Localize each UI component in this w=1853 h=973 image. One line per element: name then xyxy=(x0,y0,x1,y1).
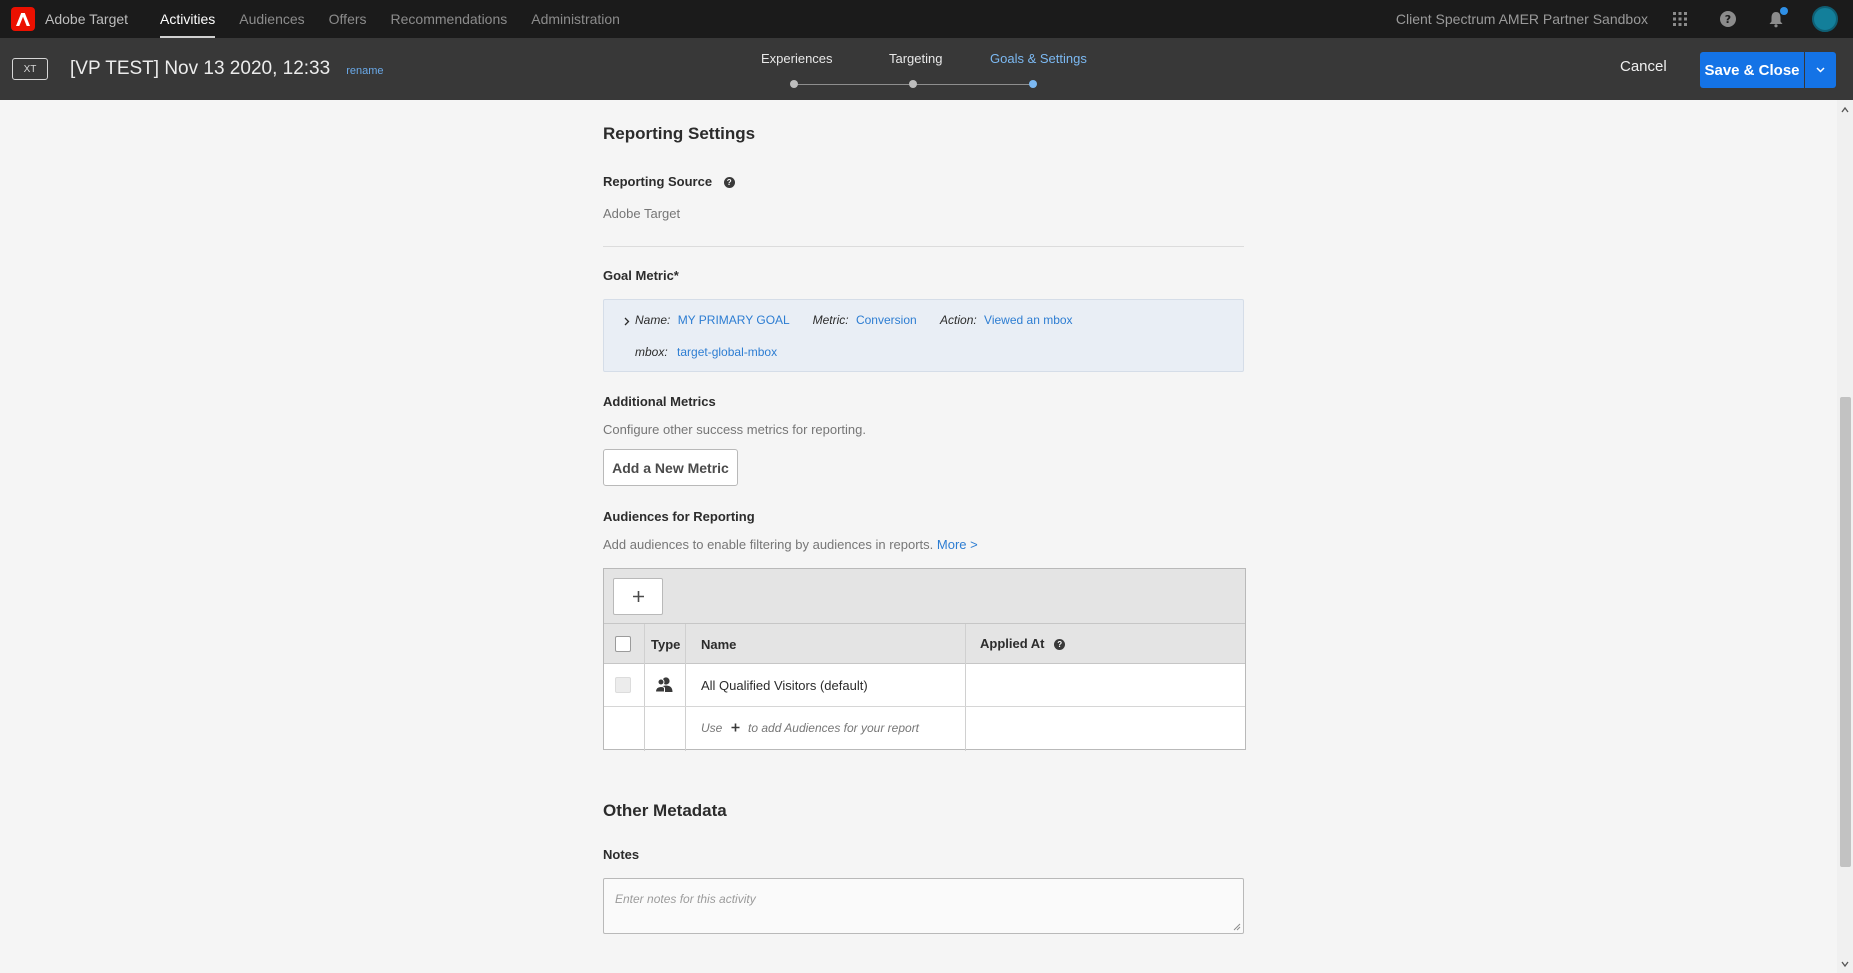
column-applied-at-text: Applied At xyxy=(980,636,1045,651)
goal-metric-value: Conversion xyxy=(855,313,917,327)
adobe-logo-icon[interactable] xyxy=(11,7,35,31)
goal-mbox-key: mbox: xyxy=(635,345,668,359)
page-scrollbar[interactable] xyxy=(1837,100,1853,973)
applied-at-help-icon[interactable]: ? xyxy=(1054,639,1066,651)
add-audience-hint: Use to add Audiences for your report xyxy=(701,721,919,735)
svg-text:?: ? xyxy=(1725,13,1731,26)
section-divider xyxy=(603,246,1244,247)
workflow-steps: Experiences Targeting Goals & Settings xyxy=(760,38,1087,100)
reporting-source-label: Reporting Source ? xyxy=(603,174,735,189)
activity-type-badge: XT xyxy=(12,58,48,80)
users-icon xyxy=(655,677,673,693)
save-close-button[interactable]: Save & Close xyxy=(1700,52,1804,88)
reporting-source-label-text: Reporting Source xyxy=(603,174,713,189)
nav-offers[interactable]: Offers xyxy=(317,0,379,38)
reporting-source-value: Adobe Target xyxy=(603,206,681,221)
goal-name-value: MY PRIMARY GOAL xyxy=(677,313,790,327)
scroll-down-arrow-icon[interactable] xyxy=(1841,960,1849,968)
add-new-metric-button[interactable]: Add a New Metric xyxy=(603,449,738,486)
other-metadata-title: Other Metadata xyxy=(603,801,727,820)
audiences-more-link[interactable]: More > xyxy=(937,537,978,552)
notification-dot xyxy=(1780,7,1788,15)
hint-suffix: to add Audiences for your report xyxy=(748,721,920,735)
nav-administration[interactable]: Administration xyxy=(519,0,632,38)
goal-action-value: Viewed an mbox xyxy=(984,313,1073,327)
notes-label: Notes xyxy=(603,847,640,862)
audiences-reporting-description: Add audiences to enable filtering by aud… xyxy=(603,537,978,552)
top-navigation-bar: Adobe Target Activities Audiences Offers… xyxy=(0,0,1853,38)
activity-header: XT [VP TEST] Nov 13 2020, 12:33 rename E… xyxy=(0,38,1853,100)
audiences-reporting-label: Audiences for Reporting xyxy=(603,509,755,524)
step-experiences[interactable]: Experiences xyxy=(761,51,833,66)
audience-name: All Qualified Visitors (default) xyxy=(701,678,868,693)
reporting-source-help-icon[interactable]: ? xyxy=(723,177,735,189)
goal-summary-row: Name: MY PRIMARY GOAL Metric: Conversion… xyxy=(635,313,1073,327)
nav-activities[interactable]: Activities xyxy=(148,0,227,38)
scroll-up-arrow-icon[interactable] xyxy=(1841,106,1849,114)
add-audience-button[interactable] xyxy=(613,578,663,615)
step-dot-goals-settings xyxy=(1029,80,1037,88)
goal-mbox-value: target-global-mbox xyxy=(677,345,778,359)
resize-handle-icon[interactable] xyxy=(1233,923,1241,931)
cancel-button[interactable]: Cancel xyxy=(1620,58,1667,75)
notes-placeholder: Enter notes for this activity xyxy=(615,892,756,906)
step-dot-experiences xyxy=(790,80,798,88)
plus-icon xyxy=(731,723,740,732)
scrollbar-thumb[interactable] xyxy=(1840,397,1851,867)
save-options-dropdown[interactable] xyxy=(1805,52,1836,88)
audiences-table-header: Type Name Applied At ? xyxy=(604,624,1245,664)
notifications-bell-icon[interactable] xyxy=(1764,7,1788,31)
audiences-description-text: Add audiences to enable filtering by aud… xyxy=(603,537,934,552)
sandbox-name[interactable]: Client Spectrum AMER Partner Sandbox xyxy=(1396,11,1648,27)
app-grid-icon[interactable] xyxy=(1668,7,1692,31)
help-icon[interactable]: ? xyxy=(1716,7,1740,31)
row-divider xyxy=(604,706,1245,707)
step-dot-targeting xyxy=(909,80,917,88)
goals-settings-content: Reporting Settings Reporting Source ? Ad… xyxy=(0,100,1837,973)
column-divider xyxy=(644,624,645,751)
goal-mbox-row: mbox: target-global-mbox xyxy=(635,345,777,359)
select-all-checkbox[interactable] xyxy=(615,636,631,652)
column-divider xyxy=(685,624,686,751)
additional-metrics-label: Additional Metrics xyxy=(603,394,716,409)
additional-metrics-description: Configure other success metrics for repo… xyxy=(603,422,866,437)
rename-link[interactable]: rename xyxy=(346,65,383,77)
step-targeting[interactable]: Targeting xyxy=(889,51,942,66)
audiences-table: Type Name Applied At ? All Qualified Vis… xyxy=(603,568,1246,751)
chevron-right-icon[interactable] xyxy=(624,317,630,326)
column-type[interactable]: Type xyxy=(651,637,680,652)
goal-action-key: Action: xyxy=(940,313,977,327)
audiences-toolbar xyxy=(604,569,1245,624)
hint-prefix: Use xyxy=(701,721,723,735)
step-goals-settings[interactable]: Goals & Settings xyxy=(990,51,1087,66)
nav-recommendations[interactable]: Recommendations xyxy=(379,0,520,38)
brand-name[interactable]: Adobe Target xyxy=(45,11,128,27)
activity-title: [VP TEST] Nov 13 2020, 12:33 xyxy=(70,58,331,79)
goal-name-key: Name: xyxy=(635,313,671,327)
column-applied-at[interactable]: Applied At ? xyxy=(980,636,1066,651)
column-name[interactable]: Name xyxy=(701,637,736,652)
chevron-down-icon xyxy=(1816,67,1825,73)
row-checkbox xyxy=(615,677,631,693)
notes-textarea[interactable]: Enter notes for this activity xyxy=(603,878,1244,934)
goal-metric-card[interactable]: Name: MY PRIMARY GOAL Metric: Conversion… xyxy=(603,299,1244,372)
column-divider xyxy=(965,624,966,751)
goal-metric-label: Goal Metric* xyxy=(603,268,679,283)
user-avatar[interactable] xyxy=(1812,6,1838,32)
reporting-settings-title: Reporting Settings xyxy=(603,124,756,143)
plus-icon xyxy=(632,591,644,602)
nav-audiences[interactable]: Audiences xyxy=(227,0,316,38)
goal-metric-key: Metric: xyxy=(812,313,849,327)
